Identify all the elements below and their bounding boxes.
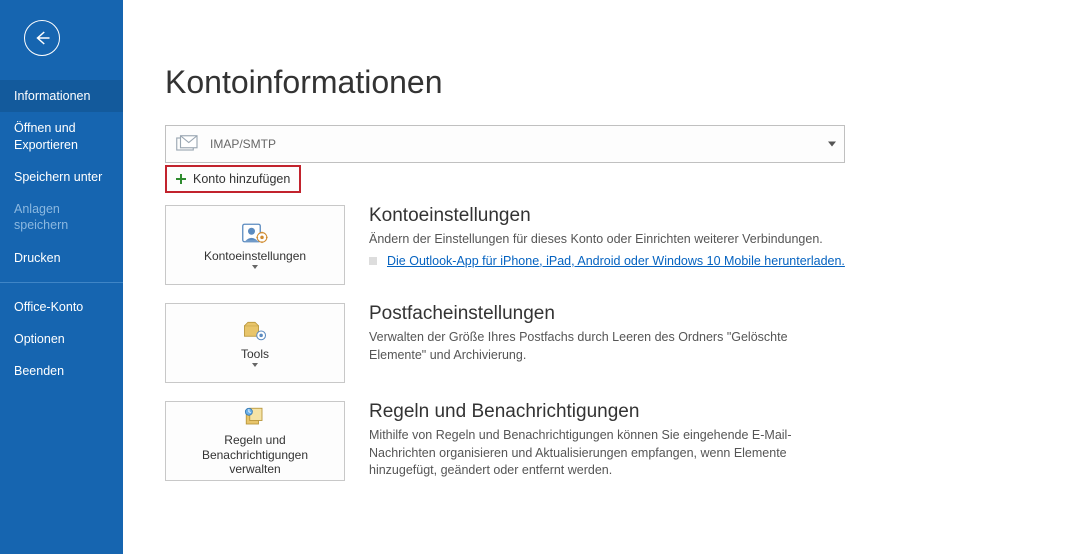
account-dropdown[interactable]: IMAP/SMTP bbox=[165, 125, 845, 163]
section-desc: Verwalten der Größe Ihres Postfachs durc… bbox=[369, 329, 845, 364]
chevron-down-icon bbox=[252, 363, 258, 367]
nav-office-konto[interactable]: Office-Konto bbox=[0, 291, 123, 323]
plus-icon bbox=[175, 173, 187, 185]
tile-label: Tools bbox=[241, 347, 269, 361]
chevron-down-icon bbox=[828, 142, 836, 147]
back-button[interactable] bbox=[24, 20, 60, 56]
section-title-kontoeinstellungen: Kontoeinstellungen bbox=[369, 205, 845, 227]
user-settings-icon bbox=[241, 221, 269, 245]
nav-beenden[interactable]: Beenden bbox=[0, 355, 123, 387]
add-account-button[interactable]: Konto hinzufügen bbox=[165, 165, 301, 193]
chevron-down-icon bbox=[252, 265, 258, 269]
nav-optionen[interactable]: Optionen bbox=[0, 323, 123, 355]
tile-tools[interactable]: Tools bbox=[165, 303, 345, 383]
tile-label: Regeln und Benachrichtigungen verwalten bbox=[175, 433, 335, 476]
nav-separator bbox=[0, 282, 123, 283]
rules-icon bbox=[241, 405, 269, 429]
tile-kontoeinstellungen[interactable]: Kontoeinstellungen bbox=[165, 205, 345, 285]
nav-anlagen-speichern: Anlagen speichern bbox=[0, 193, 123, 242]
account-icon bbox=[166, 134, 210, 154]
nav-speichern-unter[interactable]: Speichern unter bbox=[0, 161, 123, 193]
nav-drucken[interactable]: Drucken bbox=[0, 242, 123, 274]
nav-informationen[interactable]: Informationen bbox=[0, 80, 123, 112]
backstage-sidebar: Informationen Öffnen und Exportieren Spe… bbox=[0, 0, 123, 554]
tile-regeln-benachrichtigungen[interactable]: Regeln und Benachrichtigungen verwalten bbox=[165, 401, 345, 481]
section-title-regeln: Regeln und Benachrichtigungen bbox=[369, 401, 845, 423]
account-type: IMAP/SMTP bbox=[210, 137, 276, 151]
nav-oeffnen-exportieren[interactable]: Öffnen und Exportieren bbox=[0, 112, 123, 161]
outlook-app-link[interactable]: Die Outlook-App für iPhone, iPad, Androi… bbox=[387, 253, 845, 271]
add-account-label: Konto hinzufügen bbox=[193, 172, 290, 186]
section-desc: Mithilfe von Regeln und Benachrichtigung… bbox=[369, 427, 845, 480]
back-arrow-icon bbox=[33, 29, 51, 47]
bullet-icon bbox=[369, 257, 377, 265]
section-desc: Ändern der Einstellungen für dieses Kont… bbox=[369, 231, 845, 249]
tools-icon bbox=[241, 319, 269, 343]
section-title-postfacheinstellungen: Postfacheinstellungen bbox=[369, 303, 845, 325]
main-pane: Kontoinformationen IMAP/SMTP Konto hinzu… bbox=[123, 0, 1089, 554]
tile-label: Kontoeinstellungen bbox=[204, 249, 306, 263]
page-title: Kontoinformationen bbox=[165, 64, 1089, 101]
